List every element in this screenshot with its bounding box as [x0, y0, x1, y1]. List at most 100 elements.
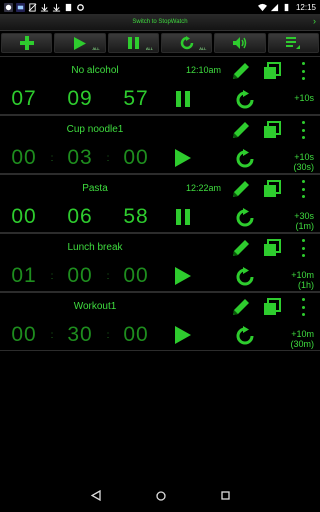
- timer-row[interactable]: Workout1 00 : 30 : 00 +10m (30m): [0, 292, 320, 351]
- add-time-button[interactable]: +10m (1h): [291, 270, 314, 290]
- add-time-sub: (30m): [290, 339, 314, 349]
- status-time: 12:15: [295, 2, 316, 12]
- download-icon-2: [52, 3, 61, 12]
- sort-button[interactable]: [267, 33, 319, 53]
- volume-button[interactable]: [214, 33, 266, 53]
- colon-separator: :: [50, 329, 54, 341]
- edit-pencil-icon[interactable]: [230, 178, 252, 200]
- copy-icon[interactable]: [262, 297, 282, 317]
- add-time-button[interactable]: +10s (30s): [293, 152, 314, 172]
- overflow-menu-icon[interactable]: [299, 237, 307, 259]
- pause-button[interactable]: [172, 206, 194, 228]
- timer-minutes: 06: [67, 205, 93, 228]
- copy-icon[interactable]: [262, 179, 282, 199]
- timer-minutes: 00: [67, 264, 93, 287]
- timer-name[interactable]: Pasta: [0, 183, 190, 194]
- play-button[interactable]: [172, 265, 194, 287]
- add-time-label: +10s: [294, 93, 314, 103]
- colon-separator: :: [50, 270, 54, 282]
- timer-digits[interactable]: 00 : 03 : 00: [0, 146, 160, 170]
- reset-icon[interactable]: [235, 208, 255, 228]
- timer-minutes: 03: [67, 146, 93, 169]
- pause-icon: [127, 37, 139, 49]
- timer-name[interactable]: Cup noodle1: [0, 124, 190, 135]
- add-time-sub: (1m): [295, 221, 315, 231]
- play-button[interactable]: [172, 324, 194, 346]
- add-time-button[interactable]: +10m (30m): [290, 329, 314, 349]
- add-time-button[interactable]: +30s (1m): [294, 211, 314, 231]
- switch-to-stopwatch-bar[interactable]: Switch to StopWatch ›: [0, 14, 320, 31]
- app-notification-icon: [4, 2, 13, 12]
- timer-row[interactable]: No alcohol 12:10am 07 09 57 +10s: [0, 56, 320, 115]
- play-all-button[interactable]: ALL: [54, 33, 106, 53]
- add-time-button[interactable]: +10s: [294, 93, 314, 103]
- reset-all-button[interactable]: ALL: [160, 33, 213, 53]
- timer-seconds: 00: [123, 323, 149, 346]
- timer-alarm-time: 12:10am: [186, 65, 222, 75]
- colon-separator: :: [106, 329, 110, 341]
- copy-icon[interactable]: [262, 238, 282, 258]
- edit-pencil-icon[interactable]: [230, 237, 252, 259]
- timer-hours: 00: [11, 146, 37, 169]
- sort-icon: [286, 37, 301, 49]
- timer-hours: 07: [11, 87, 37, 110]
- edit-pencil-icon[interactable]: [230, 119, 252, 141]
- overflow-menu-icon[interactable]: [299, 119, 307, 141]
- play-button[interactable]: [172, 147, 194, 169]
- toolbar: ALL ALL ALL: [0, 31, 320, 55]
- add-timer-button[interactable]: [1, 33, 53, 53]
- download-icon: [40, 3, 49, 12]
- home-icon[interactable]: [155, 490, 166, 501]
- recents-icon[interactable]: [220, 491, 230, 500]
- pause-button[interactable]: [172, 88, 194, 110]
- add-time-sub: (30s): [293, 162, 314, 172]
- reset-all-sub: ALL: [199, 46, 207, 51]
- play-icon: [73, 36, 86, 50]
- timer-row[interactable]: Pasta 12:22am 00 06 58 +30s (1m): [0, 174, 320, 233]
- timer-hours: 01: [11, 264, 37, 287]
- pause-all-sub: ALL: [145, 46, 153, 51]
- overflow-menu-icon[interactable]: [299, 60, 307, 82]
- file-icon: [65, 3, 72, 11]
- overflow-menu-icon[interactable]: [299, 296, 307, 318]
- copy-icon[interactable]: [262, 120, 282, 140]
- reset-icon[interactable]: [235, 90, 255, 110]
- reset-icon[interactable]: [235, 149, 255, 169]
- timer-name[interactable]: No alcohol: [0, 65, 190, 76]
- no-sim-icon: [28, 2, 37, 12]
- edit-pencil-icon[interactable]: [230, 60, 252, 82]
- signal-icon: [270, 3, 279, 11]
- timer-digits[interactable]: 01 : 00 : 00: [0, 264, 160, 288]
- timer-digits[interactable]: 07 09 57: [0, 87, 160, 111]
- timer-name[interactable]: Lunch break: [0, 242, 190, 253]
- timer-seconds: 57: [123, 87, 149, 110]
- timer-row[interactable]: Lunch break 01 : 00 : 00 +10m (1h): [0, 233, 320, 292]
- reset-icon[interactable]: [235, 267, 255, 287]
- play-icon: [175, 326, 191, 344]
- add-time-label: +10m: [291, 270, 314, 280]
- timer-digits[interactable]: 00 : 30 : 00: [0, 323, 160, 347]
- timer-minutes: 09: [67, 87, 93, 110]
- timer-name[interactable]: Workout1: [0, 301, 190, 312]
- copy-icon[interactable]: [262, 61, 282, 81]
- timer-digits[interactable]: 00 06 58: [0, 205, 160, 229]
- pause-icon: [176, 91, 190, 107]
- pause-all-button[interactable]: ALL: [107, 33, 159, 53]
- overflow-menu-icon[interactable]: [299, 178, 307, 200]
- settings-notification-icon: [77, 3, 84, 11]
- colon-separator: :: [50, 152, 54, 164]
- reset-icon: [180, 36, 193, 50]
- timer-row[interactable]: Cup noodle1 00 : 03 : 00 +10s (30s): [0, 115, 320, 174]
- colon-separator: :: [106, 152, 110, 164]
- battery-icon: [284, 3, 289, 11]
- add-time-label: +10s: [294, 152, 314, 162]
- wifi-icon: [257, 3, 267, 11]
- navigation-bar: [0, 479, 320, 512]
- reset-icon[interactable]: [235, 326, 255, 346]
- play-icon: [175, 267, 191, 285]
- plus-icon: [19, 36, 34, 50]
- back-icon[interactable]: [90, 490, 101, 501]
- play-all-sub: ALL: [92, 46, 100, 51]
- edit-pencil-icon[interactable]: [230, 296, 252, 318]
- chevron-right-icon: ›: [313, 16, 316, 26]
